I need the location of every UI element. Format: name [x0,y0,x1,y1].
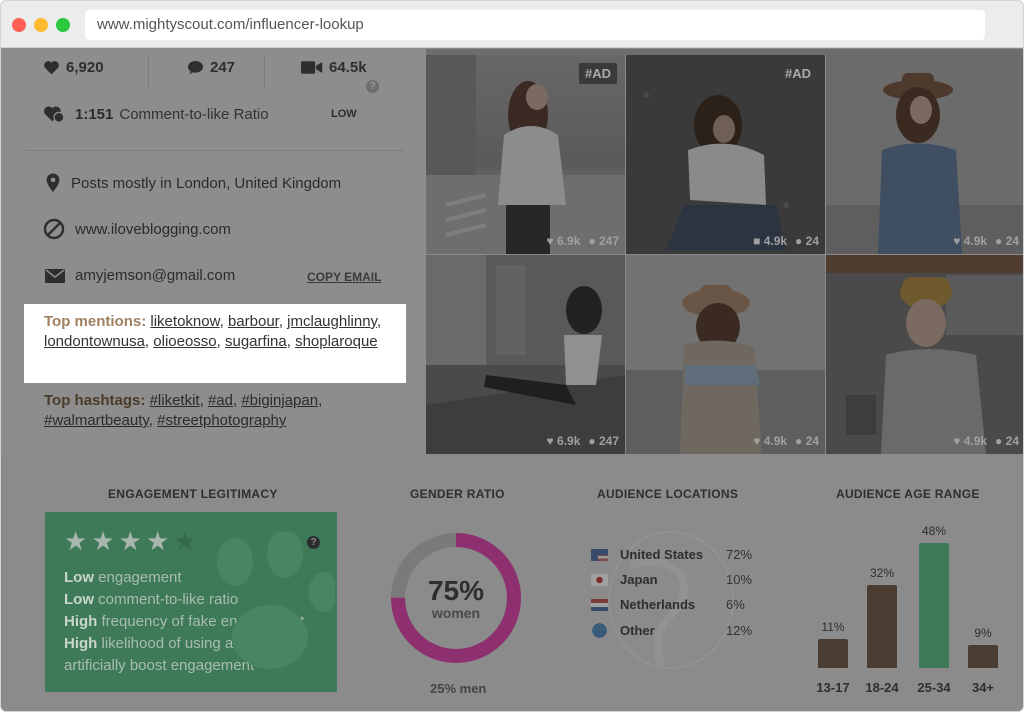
mention-link[interactable]: barbour [228,313,279,330]
link-globe-icon [43,218,65,240]
top-hashtags-heading: Top hashtags: [44,392,146,409]
age-category-label: 13-17 [816,680,850,695]
ad-badge: #AD [578,63,617,84]
comments-count: 247 [210,59,236,76]
mention-link[interactable]: jmclaughlinny [287,313,377,330]
website-row: www.iloveblogging.com [43,218,231,240]
age-bar [919,543,949,668]
post-tile[interactable]: #AD ♥ 6.9k ● 247 [426,55,625,254]
views-count: 64.5k [329,59,367,76]
mention-link[interactable]: londontownusa [44,333,145,350]
post-image [826,55,1023,254]
top-mentions-box: Top mentions: liketoknow, barbour, jmcla… [24,304,406,383]
location-text: Posts mostly in London, United Kingdom [71,174,342,192]
address-bar[interactable]: www.mightyscout.com/influencer-lookup [85,10,985,40]
age-category-label: 34+ [971,680,995,695]
top-mentions-heading: Top mentions: [44,313,147,330]
ratio-label: Comment-to-like Ratio [119,105,269,123]
page-content: 6,920 247 64.5k ? 1:151 Comment-to-like R… [1,49,1023,711]
email-text: amyjemson@gmail.com [75,267,236,284]
maximize-window-button[interactable] [56,18,70,32]
hashtag-link[interactable]: #ad [208,392,233,409]
post-stats: ♥ 6.9k ● 247 [546,234,619,248]
mail-icon [45,268,65,283]
age-bar [818,639,848,668]
ratio-value: 1:151 [75,105,114,123]
age-bar-label: 48% [921,524,947,538]
heart-icon [44,61,59,75]
divider [25,150,405,151]
age-bar [968,645,998,668]
mention-link[interactable]: sugarfina [225,333,287,350]
copy-email-button[interactable]: COPY EMAIL [307,270,381,284]
mention-link[interactable]: liketoknow [150,313,219,330]
location-row: Posts mostly in London, United Kingdom [45,173,341,193]
comments-stat: 247 [187,59,235,76]
age-category-label: 18-24 [865,680,899,695]
hashtag-link[interactable]: #liketkit [150,392,200,409]
comment-icon [188,61,203,75]
profile-panel: 6,920 247 64.5k ? 1:151 Comment-to-like R… [1,49,426,455]
divider [264,55,265,89]
post-tile[interactable]: ♥ 4.9k ● 24 [826,55,1023,254]
age-category-label: 25-34 [917,680,951,695]
post-image [626,55,825,254]
mention-link[interactable]: olioeosso [153,333,216,350]
views-stat: 64.5k [301,59,367,76]
email-row: amyjemson@gmail.com [45,267,235,284]
video-camera-icon [301,61,323,74]
minimize-window-button[interactable] [34,18,48,32]
age-bar [867,585,897,668]
close-window-button[interactable] [12,18,26,32]
likes-stat: 6,920 [43,59,104,76]
age-bar-label: 32% [869,566,895,580]
ratio-rating-badge: LOW [331,108,357,120]
age-bar-chart: 11% 13-17 32% 18-24 48% 25-34 9% 34+ [1,410,1023,695]
posts-grid: #AD ♥ 6.9k ● 247 #AD ■ 4.9k ● 24 ♥ 4.9k ● 2… [426,49,1023,455]
help-icon[interactable]: ? [366,80,379,93]
website-link[interactable]: www.iloveblogging.com [75,221,231,238]
likes-count: 6,920 [66,59,104,76]
post-image [426,55,625,254]
ad-badge: #AD [778,63,817,84]
hashtag-link[interactable]: #biginjapan [241,392,318,409]
post-stats: ♥ 4.9k ● 24 [953,234,1019,248]
browser-window: www.mightyscout.com/influencer-lookup 6,… [0,0,1024,712]
audience-analytics: ENGAGEMENT LEGITIMACY ★ ★ ★ ★ ★ Low engageme… [1,455,1023,711]
ratio-row: 1:151 Comment-to-like Ratio [43,105,269,123]
post-tile[interactable]: #AD ■ 4.9k ● 24 [626,55,825,254]
browser-titlebar: www.mightyscout.com/influencer-lookup [1,1,1023,48]
heart-comment-icon [44,106,65,123]
mention-link[interactable]: shoplaroque [295,333,378,350]
divider [148,55,149,89]
men-label: 25% men [430,681,487,696]
location-pin-icon [46,173,60,193]
age-bar-label: 9% [974,626,992,640]
post-stats: ■ 4.9k ● 24 [753,234,819,248]
age-bar-label: 11% [821,620,845,634]
